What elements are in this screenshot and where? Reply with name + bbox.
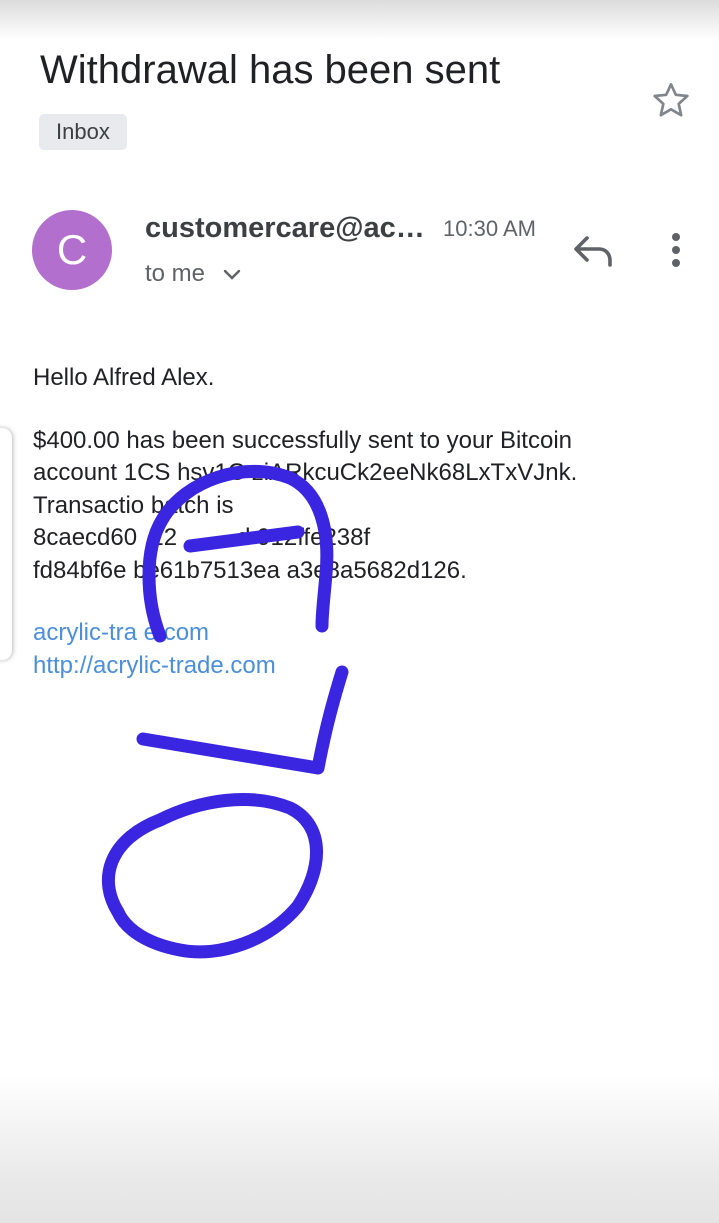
- sender-address[interactable]: customercare@acrylic-trade.com: [145, 208, 430, 248]
- email-body: Hello Alfred Alex. $400.00 has been succ…: [33, 362, 693, 682]
- star-icon[interactable]: [651, 80, 691, 120]
- body-line: Transactio batch is: [33, 491, 234, 519]
- email-subject: Withdrawal has been sent: [40, 48, 501, 92]
- recipient-label: to me: [145, 260, 206, 287]
- more-vert-icon[interactable]: [662, 230, 690, 270]
- previous-email-card-edge[interactable]: [0, 428, 12, 660]
- body-line: fd84bf6e be61b7513ea a3e8a5682d126.: [33, 556, 467, 584]
- chevron-down-icon: [223, 269, 240, 280]
- top-shade: [0, 0, 719, 40]
- scribble-o-stroke: [101, 793, 323, 959]
- body-greeting: Hello Alfred Alex.: [33, 364, 215, 391]
- website-url-link[interactable]: http://acrylic-trade.com: [33, 650, 693, 683]
- body-line: 8caecd60 12 d 912ffe238f: [33, 524, 371, 551]
- body-links: acrylic-tra e.com http://acrylic-trade.c…: [33, 617, 693, 682]
- inbox-label-chip[interactable]: Inbox: [39, 114, 127, 150]
- body-line: account 1CS hsv1C ziARkcuCk2eeNk68LxTxVJ…: [33, 459, 578, 486]
- email-time: 10:30 AM: [443, 216, 536, 241]
- reply-icon[interactable]: [571, 232, 615, 270]
- sender-avatar[interactable]: C: [32, 210, 112, 290]
- recipient-details-toggle[interactable]: to me: [145, 258, 242, 290]
- website-link[interactable]: acrylic-tra e.com: [33, 617, 693, 650]
- scribble-l-stroke: [136, 665, 349, 775]
- body-line: $400.00 has been successfully sent to yo…: [33, 426, 572, 454]
- bottom-shade: [0, 1075, 719, 1223]
